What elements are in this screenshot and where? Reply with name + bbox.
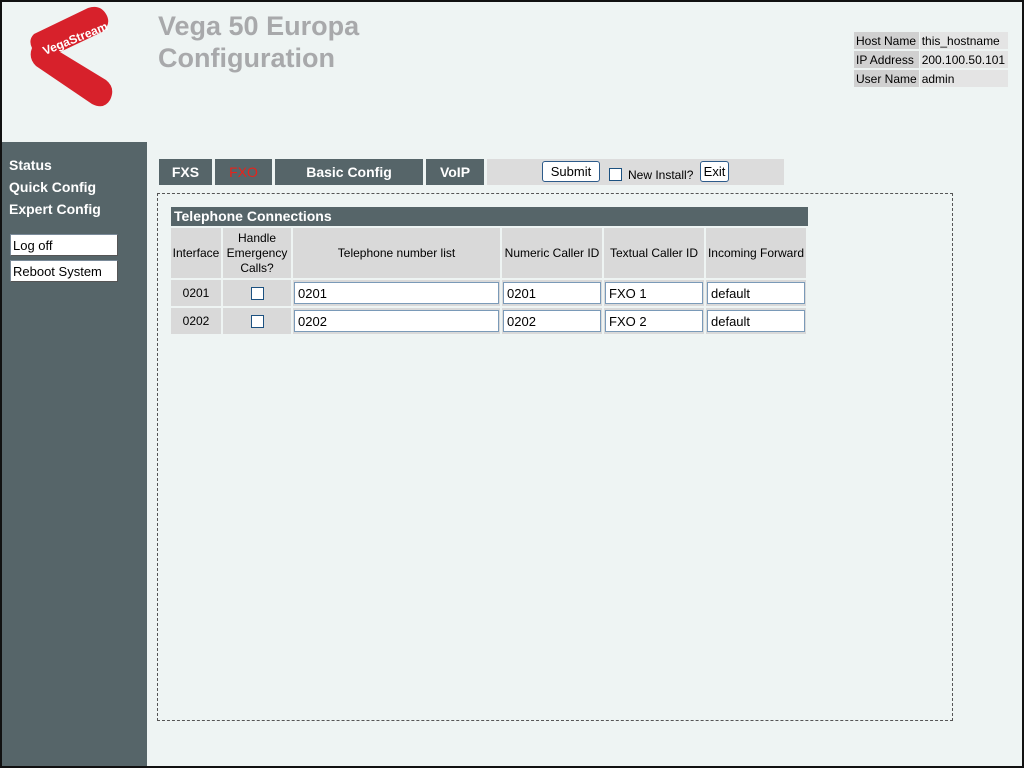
sidebar-link-status[interactable]: Status: [9, 157, 52, 173]
numbers-cell: [293, 280, 500, 306]
sidebar: Status Quick Config Expert Config Log of…: [2, 142, 147, 766]
telephone-number-input[interactable]: [294, 310, 499, 332]
submit-button[interactable]: Submit: [542, 161, 600, 182]
table-header-row: Interface Handle Emergency Calls? Teleph…: [171, 228, 806, 278]
emergency-checkbox[interactable]: [250, 315, 264, 329]
column-header-textual-id: Textual Caller ID: [604, 228, 704, 278]
ip-address-value: 200.100.50.101: [919, 51, 1008, 68]
new-install-checkbox[interactable]: [609, 168, 622, 181]
forward-cell: [706, 280, 806, 306]
numeric-id-cell: [502, 280, 602, 306]
column-header-emergency: Handle Emergency Calls?: [223, 228, 291, 278]
sidebar-link-expert-config[interactable]: Expert Config: [9, 201, 101, 217]
numeric-id-cell: [502, 308, 602, 334]
page-title-line1: Vega 50 Europa: [158, 11, 360, 41]
incoming-forward-input[interactable]: [707, 310, 805, 332]
textual-caller-id-input[interactable]: [605, 282, 703, 304]
tab-fxs[interactable]: FXS: [159, 159, 212, 185]
tab-basic-config[interactable]: Basic Config: [275, 159, 423, 185]
new-install-label: New Install?: [628, 168, 694, 182]
ip-address-row: IP Address 200.100.50.101: [854, 51, 1008, 68]
section-title: Telephone Connections: [171, 207, 808, 226]
page-title: Vega 50 Europa Configuration: [158, 10, 359, 74]
numeric-caller-id-input[interactable]: [503, 282, 601, 304]
reboot-system-button[interactable]: Reboot System: [10, 260, 118, 282]
numbers-cell: [293, 308, 500, 334]
ip-address-label: IP Address: [854, 51, 919, 68]
host-info: Host Name this_hostname IP Address 200.1…: [853, 30, 1009, 89]
textual-id-cell: [604, 308, 704, 334]
tab-fxo[interactable]: FXO: [215, 159, 272, 185]
column-header-forward: Incoming Forward: [706, 228, 806, 278]
forward-cell: [706, 308, 806, 334]
user-name-row: User Name admin: [854, 70, 1008, 87]
table-row: 0202: [171, 308, 806, 334]
telephone-connections-table: Interface Handle Emergency Calls? Teleph…: [169, 226, 808, 336]
tab-action-panel: Submit New Install? Exit: [487, 159, 784, 185]
host-name-row: Host Name this_hostname: [854, 32, 1008, 49]
emergency-cell: [223, 308, 291, 334]
table-row: 0201: [171, 280, 806, 306]
tab-voip[interactable]: VoIP: [426, 159, 484, 185]
column-header-numbers: Telephone number list: [293, 228, 500, 278]
textual-id-cell: [604, 280, 704, 306]
incoming-forward-input[interactable]: [707, 282, 805, 304]
sidebar-link-quick-config[interactable]: Quick Config: [9, 179, 96, 195]
telephone-number-input[interactable]: [294, 282, 499, 304]
column-header-interface: Interface: [171, 228, 221, 278]
numeric-caller-id-input[interactable]: [503, 310, 601, 332]
interface-cell: 0202: [171, 308, 221, 334]
emergency-cell: [223, 280, 291, 306]
user-name-label: User Name: [854, 70, 919, 87]
user-name-value: admin: [919, 70, 1008, 87]
interface-cell: 0201: [171, 280, 221, 306]
host-name-value: this_hostname: [919, 32, 1008, 49]
exit-button[interactable]: Exit: [700, 161, 729, 182]
page-title-line2: Configuration: [158, 43, 335, 73]
host-name-label: Host Name: [854, 32, 919, 49]
vegastream-logo: VegaStream: [30, 6, 113, 107]
logoff-button[interactable]: Log off: [10, 234, 118, 256]
emergency-checkbox[interactable]: [250, 287, 264, 301]
textual-caller-id-input[interactable]: [605, 310, 703, 332]
column-header-numeric-id: Numeric Caller ID: [502, 228, 602, 278]
